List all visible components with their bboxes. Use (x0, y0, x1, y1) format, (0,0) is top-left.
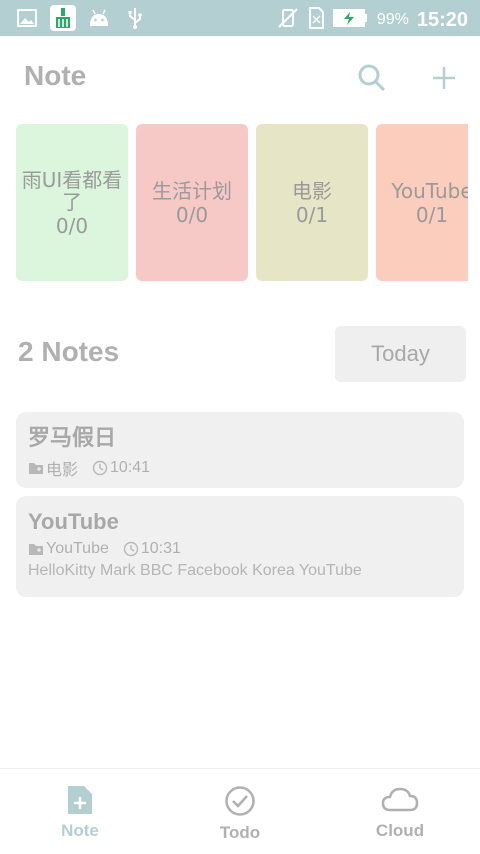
note-time-label: 10:31 (140, 540, 181, 557)
plus-icon (433, 67, 455, 89)
note-time: 10:41 (92, 459, 150, 477)
status-bar-notifications (14, 5, 148, 31)
note-card[interactable]: YouTube YouTube 10:31 HelloKitty Mark BB… (16, 496, 464, 597)
note-folder-label: 电影 (46, 462, 79, 479)
search-icon (358, 64, 386, 92)
note-card[interactable]: 罗马假日 电影 10:41 (16, 412, 464, 488)
android-icon (86, 5, 112, 31)
sim-off-icon (307, 6, 325, 34)
check-circle-icon (225, 786, 255, 816)
page-title: Note (24, 60, 87, 91)
category-card[interactable]: YouTube 0/1 (376, 124, 468, 281)
cloud-icon (381, 787, 419, 812)
nav-label: Note (61, 821, 99, 840)
category-carousel[interactable]: 雨UI看都看了 0/0 生活计划 0/0 电影 0/1 YouTube 0/1 (16, 124, 468, 282)
note-add-icon (68, 786, 92, 814)
today-button[interactable]: Today (335, 326, 466, 382)
note-folder-label: YouTube (46, 540, 109, 557)
category-name: 雨UI看都看了 (21, 167, 123, 214)
usb-icon (122, 5, 148, 31)
cleaner-app-icon (50, 5, 76, 31)
category-count: 0/0 (55, 213, 89, 238)
note-meta: 电影 10:41 (28, 456, 452, 480)
nav-todo[interactable]: Todo (160, 769, 320, 854)
folder-icon (29, 544, 43, 555)
note-title: 罗马假日 (28, 425, 117, 450)
battery-charging-icon (332, 8, 369, 32)
clock-icon (92, 460, 108, 476)
nav-cloud[interactable]: Cloud (320, 769, 480, 854)
vibrate-off-icon (277, 7, 299, 33)
category-card[interactable]: 雨UI看都看了 0/0 (16, 124, 128, 281)
notes-count: 2 Notes (18, 336, 120, 367)
note-title: YouTube (28, 509, 119, 534)
category-name: YouTube (391, 178, 468, 203)
note-time-label: 10:41 (110, 459, 151, 476)
note-meta: YouTube 10:31 (28, 540, 452, 558)
nav-note[interactable]: Note (0, 769, 160, 854)
clock: 15:20 (416, 8, 468, 31)
note-folder: YouTube (28, 540, 109, 558)
status-bar-system: 99% 15:20 (277, 6, 468, 34)
category-count: 0/1 (295, 202, 329, 227)
note-time: 10:31 (123, 540, 181, 558)
search-button[interactable] (354, 60, 390, 96)
add-button[interactable] (426, 60, 462, 96)
gallery-icon (14, 5, 40, 31)
bottom-nav: Note Todo Cloud (0, 768, 480, 854)
clock-icon (123, 541, 139, 557)
note-folder: 电影 (28, 456, 78, 480)
nav-label: Cloud (375, 821, 425, 840)
category-card[interactable]: 生活计划 0/0 (136, 124, 248, 281)
category-name: 生活计划 (152, 178, 232, 203)
nav-label: Todo (219, 823, 261, 842)
note-preview: HelloKitty Mark BBC Facebook Korea YouTu… (28, 562, 362, 579)
battery-percent: 99% (376, 11, 409, 28)
status-bar: 99% 15:20 (0, 0, 480, 36)
folder-icon (29, 463, 43, 474)
category-name: 电影 (292, 178, 332, 203)
category-count: 0/0 (175, 202, 209, 227)
category-count: 0/1 (415, 202, 449, 227)
category-card[interactable]: 电影 0/1 (256, 124, 368, 281)
